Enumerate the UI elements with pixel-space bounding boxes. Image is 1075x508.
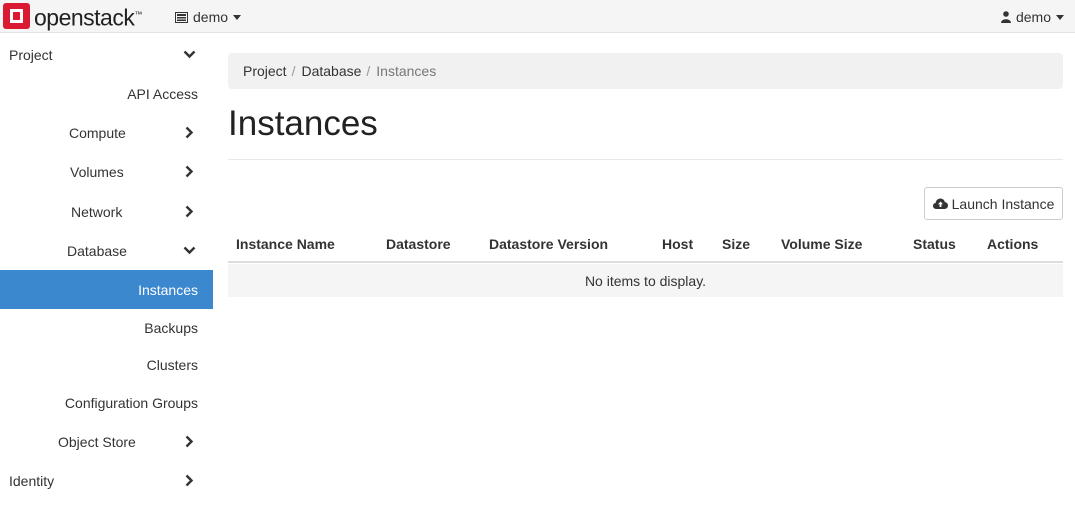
server-icon [175,11,188,23]
column-header-host[interactable]: Host [662,236,693,252]
column-header-datastore-version[interactable]: Datastore Version [489,236,608,252]
sidebar-item-label: Backups [144,319,198,336]
project-switcher[interactable]: demo [175,8,242,26]
user-name: demo [1015,9,1051,25]
sidebar-item-label: Identity [9,472,55,489]
title-divider [228,159,1063,160]
breadcrumb-separator: / [366,63,371,79]
caret-down-icon [1056,14,1064,20]
top-navbar: openstack™ demo demo [0,0,1075,33]
brand-name: openstack™ [34,4,142,31]
sidebar-item-label: Object Store [58,433,136,450]
sidebar-item-object-store[interactable]: Object Store [0,422,213,461]
launch-instance-button[interactable]: Launch Instance [924,187,1063,220]
column-header-actions: Actions [987,236,1039,252]
sidebar-item-network[interactable]: Network [0,192,213,231]
sidebar-item-label: Network [71,203,123,220]
chevron-down-icon [182,243,196,257]
sidebar-item-label: Instances [138,281,198,298]
column-header-volume-size[interactable]: Volume Size [781,236,862,252]
breadcrumb: Project / Database / Instances [228,53,1063,89]
column-header-status[interactable]: Status [913,236,956,252]
table-header: Instance Name Datastore Datastore Versio… [228,226,1063,263]
sidebar-item-clusters[interactable]: Clusters [0,345,213,384]
project-name: demo [193,9,229,25]
sidebar-nav: Project API Access Compute Volumes Netwo… [0,34,213,508]
sidebar-item-instances[interactable]: Instances [0,270,213,309]
caret-down-icon [233,14,242,20]
chevron-right-icon [182,204,196,218]
sidebar-item-label: Volumes [70,163,124,180]
sidebar-item-label: Database [67,242,127,259]
openstack-logo-icon [3,3,30,29]
cloud-upload-icon [932,198,948,210]
chevron-right-icon [182,125,196,139]
chevron-down-icon [182,47,196,61]
sidebar-item-backups[interactable]: Backups [0,308,213,347]
empty-message: No items to display. [584,272,707,289]
column-header-datastore[interactable]: Datastore [386,236,451,252]
sidebar-item-label: Compute [69,124,126,141]
user-menu[interactable]: demo [1000,8,1064,26]
sidebar-item-label: Configuration Groups [64,394,198,411]
column-header-size[interactable]: Size [722,236,750,252]
page-title: Instances [228,104,378,143]
chevron-right-icon [182,434,196,448]
sidebar-item-project[interactable]: Project [0,35,213,74]
sidebar-item-label: Clusters [146,356,198,373]
user-icon [1000,11,1011,23]
launch-instance-label: Launch Instance [951,195,1055,212]
sidebar-item-api-access[interactable]: API Access [0,74,213,113]
sidebar-item-label: Project [9,46,53,63]
breadcrumb-item-project[interactable]: Project [243,63,287,79]
chevron-right-icon [182,164,196,178]
sidebar-item-database[interactable]: Database [0,231,213,270]
sidebar-item-label: API Access [127,85,198,102]
sidebar-item-identity[interactable]: Identity [0,461,213,500]
chevron-right-icon [182,473,196,487]
sidebar-item-volumes[interactable]: Volumes [0,152,213,191]
openstack-logo[interactable]: openstack™ [3,3,142,31]
sidebar-item-compute[interactable]: Compute [0,113,213,152]
table-empty-row: No items to display. [228,264,1063,297]
breadcrumb-separator: / [291,63,296,79]
breadcrumb-current: Instances [376,63,437,79]
sidebar-item-configuration-groups[interactable]: Configuration Groups [0,383,213,422]
column-header-instance-name[interactable]: Instance Name [236,236,335,252]
breadcrumb-item-database[interactable]: Database [301,63,361,79]
